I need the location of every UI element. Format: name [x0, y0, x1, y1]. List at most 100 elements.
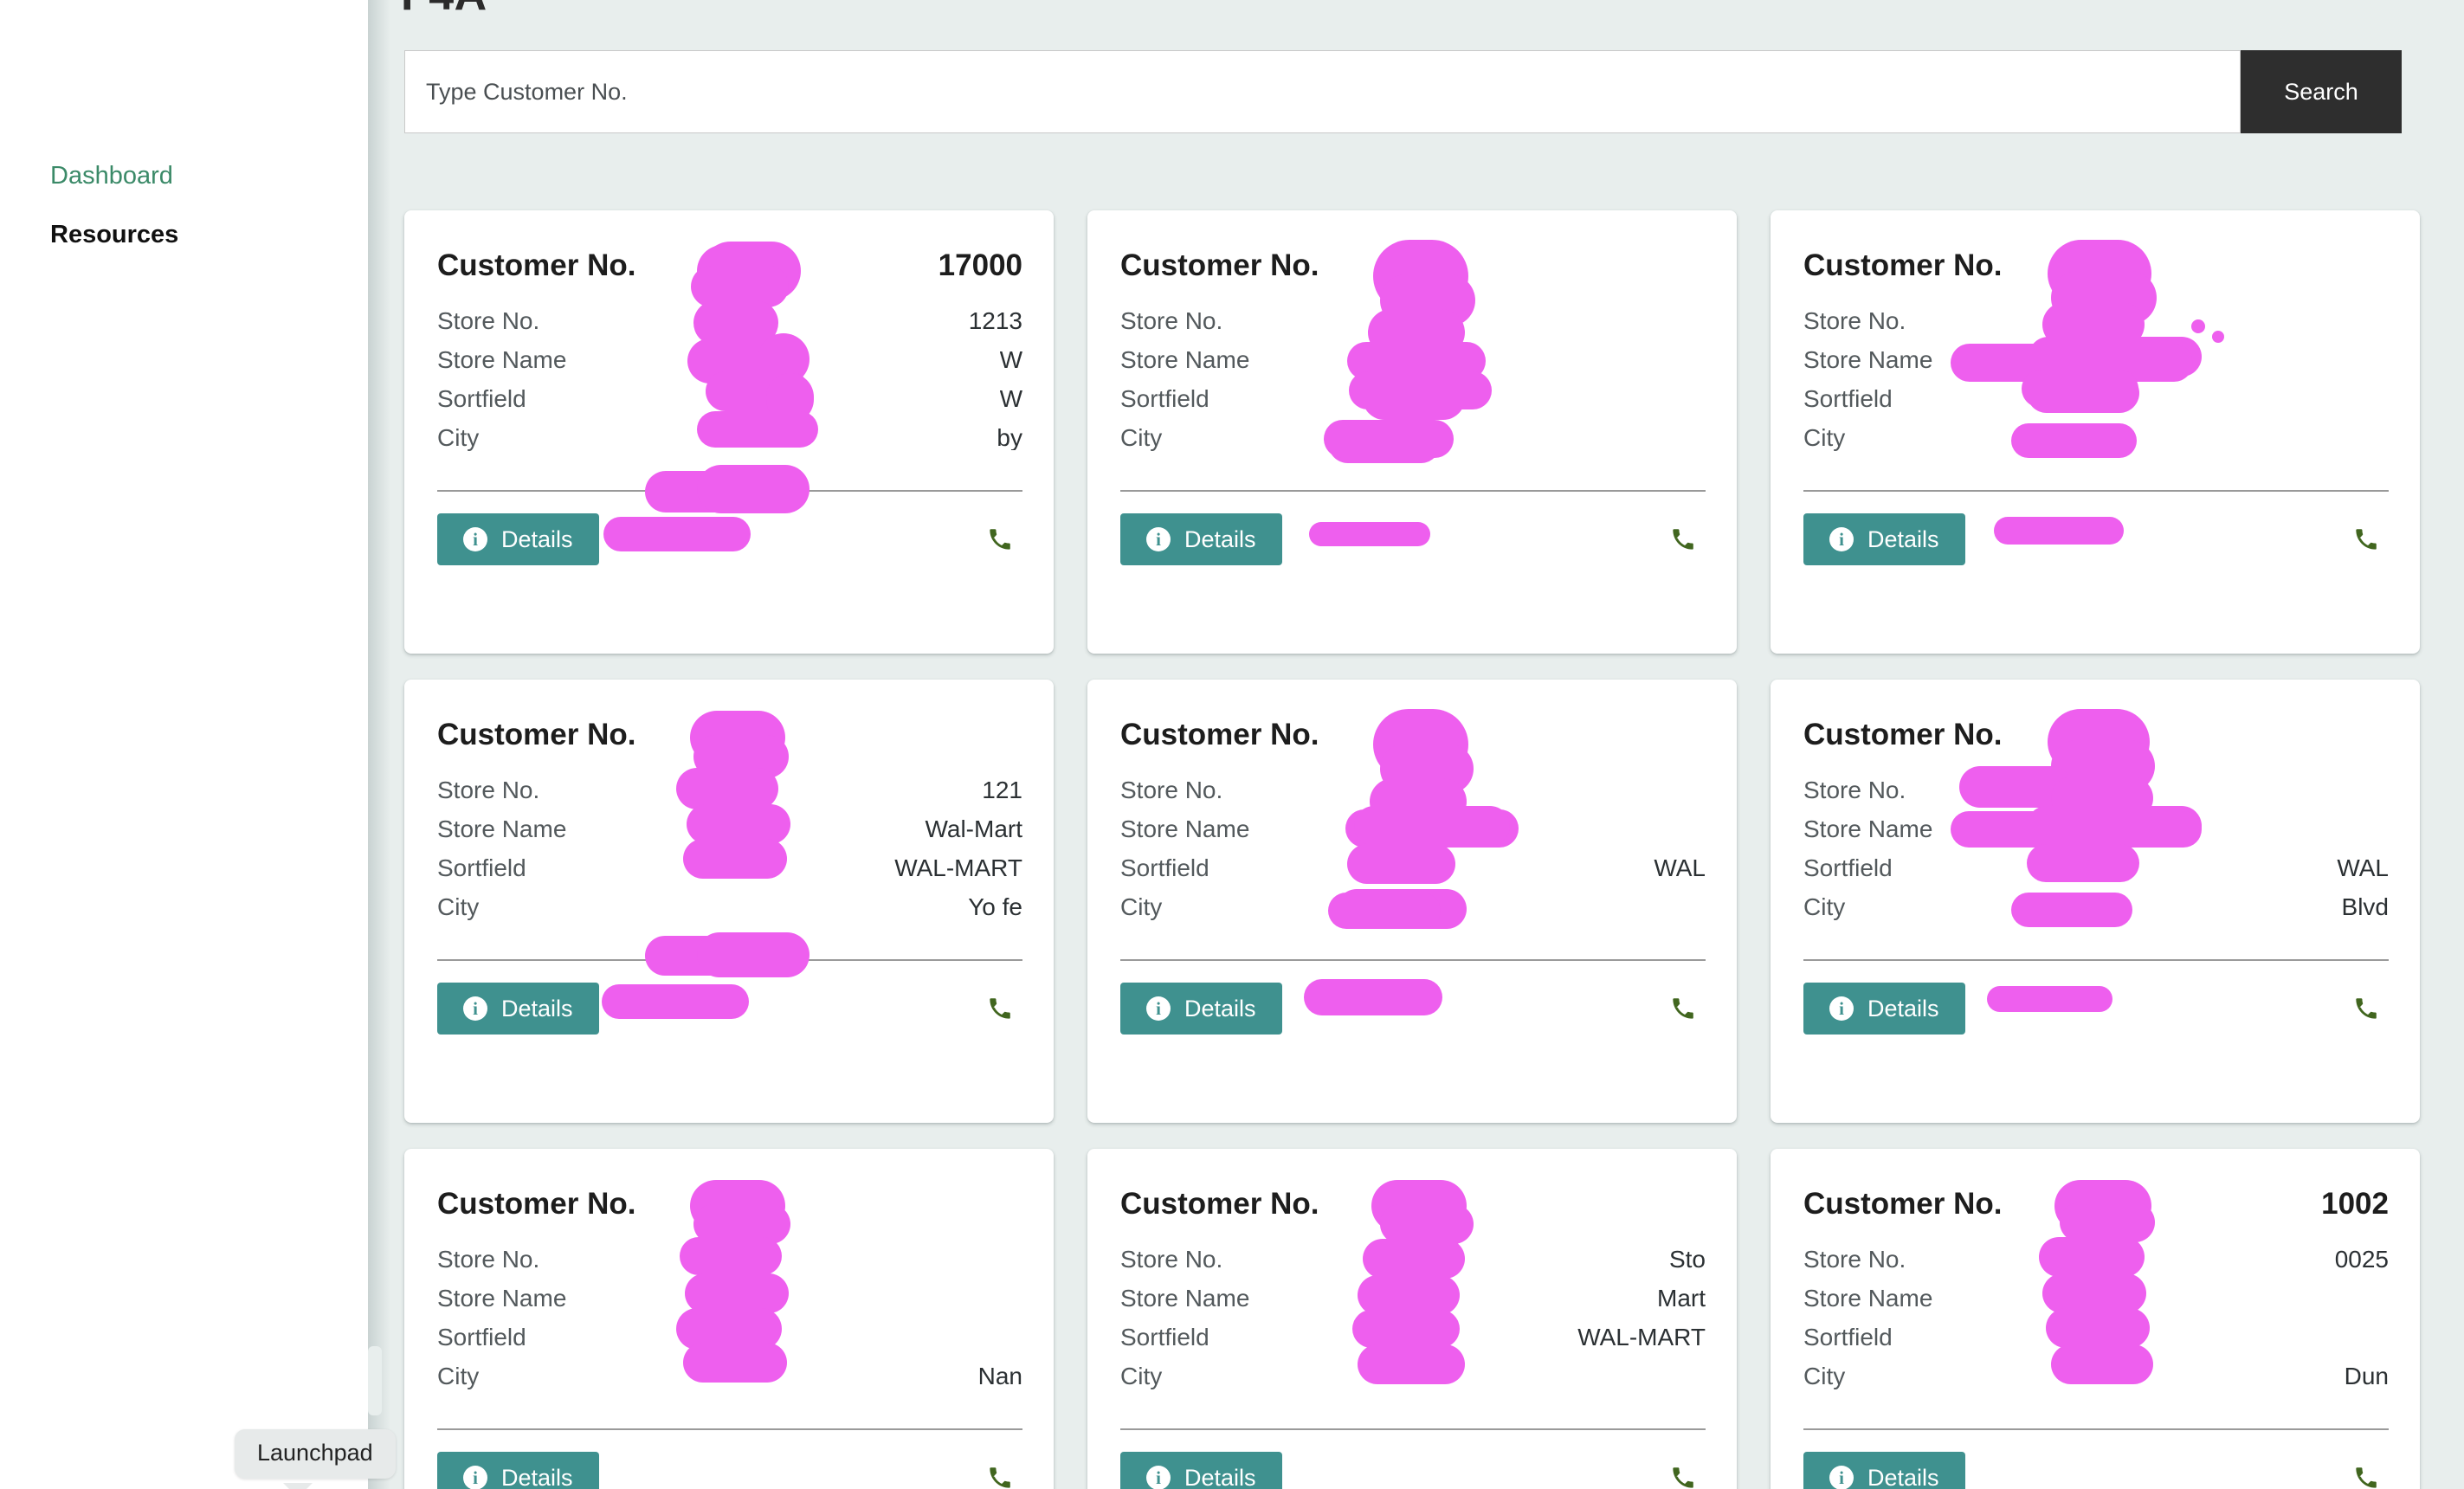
card-phone[interactable]	[988, 527, 1022, 551]
card-row-city: City Blvd	[1803, 895, 2389, 919]
customer-card: Customer No. Store No. Store Name Sortfield…	[1771, 680, 2420, 1123]
info-icon: i	[463, 527, 487, 551]
card-customer-no-value: 1002	[2321, 1189, 2389, 1219]
details-button[interactable]: i Details	[1120, 513, 1282, 565]
card-divider	[437, 1428, 1022, 1430]
card-row-sortfield: Sortfield	[1803, 387, 2389, 411]
card-sortfield-label: Sortfield	[1120, 1324, 1209, 1350]
card-store-name-label: Store Name	[1120, 346, 1250, 373]
phone-icon	[1671, 1466, 1695, 1489]
sidebar: Dashboard Resources	[0, 0, 368, 1489]
card-row-store-no: Store No.	[1120, 309, 1706, 333]
card-city-label: City	[1120, 893, 1163, 920]
card-customer-no-value: 17000	[938, 250, 1022, 280]
search-input[interactable]	[404, 50, 2241, 133]
card-row-store-no: Store No.	[1803, 778, 2389, 803]
sidebar-item-resources[interactable]: Resources	[50, 222, 178, 248]
details-button-label: Details	[501, 525, 573, 552]
card-footer: i Details	[437, 513, 1022, 565]
phone-icon	[2354, 527, 2378, 551]
card-row-customer-no: Customer No.	[1120, 250, 1706, 294]
search-button[interactable]: Search	[2241, 50, 2402, 133]
card-store-name-value: Wal-Mart	[925, 817, 1022, 841]
card-row-customer-no: Customer No.	[1803, 719, 2389, 764]
details-button-label: Details	[501, 995, 573, 1022]
card-store-no-label: Store No.	[437, 1246, 540, 1273]
card-row-city: City Dun	[1803, 1364, 2389, 1389]
main-content: F4A Search Customer No. 17000 Store No. 121…	[368, 0, 2464, 1489]
card-row-sortfield: Sortfield WAL	[1803, 856, 2389, 880]
info-icon: i	[463, 1466, 487, 1489]
search-bar: Search	[404, 50, 2402, 133]
redaction-mark	[645, 936, 797, 976]
details-button[interactable]: i Details	[1803, 1452, 1965, 1489]
card-sortfield-value: WAL	[2337, 856, 2389, 880]
details-button[interactable]: i Details	[1120, 1452, 1282, 1489]
card-row-sortfield: Sortfield	[1120, 387, 1706, 411]
customer-card: Customer No. Store No. Sto Store Name Mart So…	[1087, 1149, 1737, 1489]
details-button[interactable]: i Details	[1120, 983, 1282, 1035]
card-sortfield-label: Sortfield	[1120, 385, 1209, 412]
phone-icon	[2354, 1466, 2378, 1489]
details-button[interactable]: i Details	[437, 513, 599, 565]
card-phone[interactable]	[1671, 1466, 1706, 1489]
details-button[interactable]: i Details	[437, 983, 599, 1035]
card-divider	[1120, 1428, 1706, 1430]
card-row-store-name: Store Name W	[437, 348, 1022, 372]
sidebar-item-dashboard[interactable]: Dashboard	[50, 164, 173, 189]
info-icon: i	[1829, 996, 1854, 1021]
card-divider	[437, 959, 1022, 961]
card-row-city: City by	[437, 426, 1022, 450]
details-button[interactable]: i Details	[1803, 513, 1965, 565]
card-sortfield-value: WAL	[1654, 856, 1706, 880]
card-title-label: Customer No.	[1120, 1187, 1319, 1221]
card-row-city: City	[1120, 1364, 1706, 1389]
card-phone[interactable]	[1671, 527, 1706, 551]
card-phone[interactable]	[2354, 1466, 2389, 1489]
card-row-store-name: Store Name	[437, 1286, 1022, 1311]
card-footer: i Details	[437, 1452, 1022, 1489]
card-row-store-no: Store No.	[437, 1247, 1022, 1272]
card-divider	[437, 490, 1022, 492]
card-sortfield-label: Sortfield	[1803, 854, 1893, 881]
card-row-customer-no: Customer No.	[1803, 250, 2389, 294]
card-phone[interactable]	[988, 996, 1022, 1021]
card-phone[interactable]	[988, 1466, 1022, 1489]
card-row-customer-no: Customer No. 1002	[1803, 1189, 2389, 1233]
card-row-store-name: Store Name	[1803, 1286, 2389, 1311]
card-store-name-label: Store Name	[437, 815, 567, 842]
info-icon: i	[1829, 1466, 1854, 1489]
card-store-name-label: Store Name	[437, 1285, 567, 1312]
card-city-label: City	[437, 424, 480, 451]
card-title-label: Customer No.	[1120, 718, 1319, 751]
card-title-label: Customer No.	[1120, 248, 1319, 282]
card-row-sortfield: Sortfield W	[437, 387, 1022, 411]
card-phone[interactable]	[1671, 996, 1706, 1021]
card-store-no-label: Store No.	[437, 777, 540, 803]
launchpad-tooltip-label: Launchpad	[235, 1429, 396, 1479]
card-row-city: City	[1120, 895, 1706, 919]
card-divider	[1803, 490, 2389, 492]
card-row-customer-no: Customer No.	[1120, 1189, 1706, 1233]
details-button-label: Details	[1184, 1464, 1256, 1489]
card-store-no-label: Store No.	[1803, 1246, 1906, 1273]
card-store-name-label: Store Name	[1803, 346, 1933, 373]
card-row-sortfield: Sortfield WAL	[1120, 856, 1706, 880]
card-store-name-label: Store Name	[437, 346, 567, 373]
card-title-label: Customer No.	[1803, 1187, 2003, 1221]
card-title-label: Customer No.	[437, 248, 636, 282]
details-button[interactable]: i Details	[437, 1452, 599, 1489]
card-phone[interactable]	[2354, 996, 2389, 1021]
card-divider	[1120, 490, 1706, 492]
card-row-city: City Yo fe	[437, 895, 1022, 919]
card-row-store-no: Store No. 0025	[1803, 1247, 2389, 1272]
card-phone[interactable]	[2354, 527, 2389, 551]
card-row-customer-no: Customer No. 17000	[437, 250, 1022, 294]
card-title-label: Customer No.	[1803, 718, 2003, 751]
card-store-name-value: Mart	[1657, 1286, 1706, 1311]
customer-card: Customer No. Store No. 121 Store Name Wal-Ma…	[404, 680, 1054, 1123]
card-city-label: City	[1120, 424, 1163, 451]
card-row-store-name: Store Name	[1803, 348, 2389, 372]
details-button[interactable]: i Details	[1803, 983, 1965, 1035]
content-scroll-nub[interactable]	[368, 1346, 382, 1415]
